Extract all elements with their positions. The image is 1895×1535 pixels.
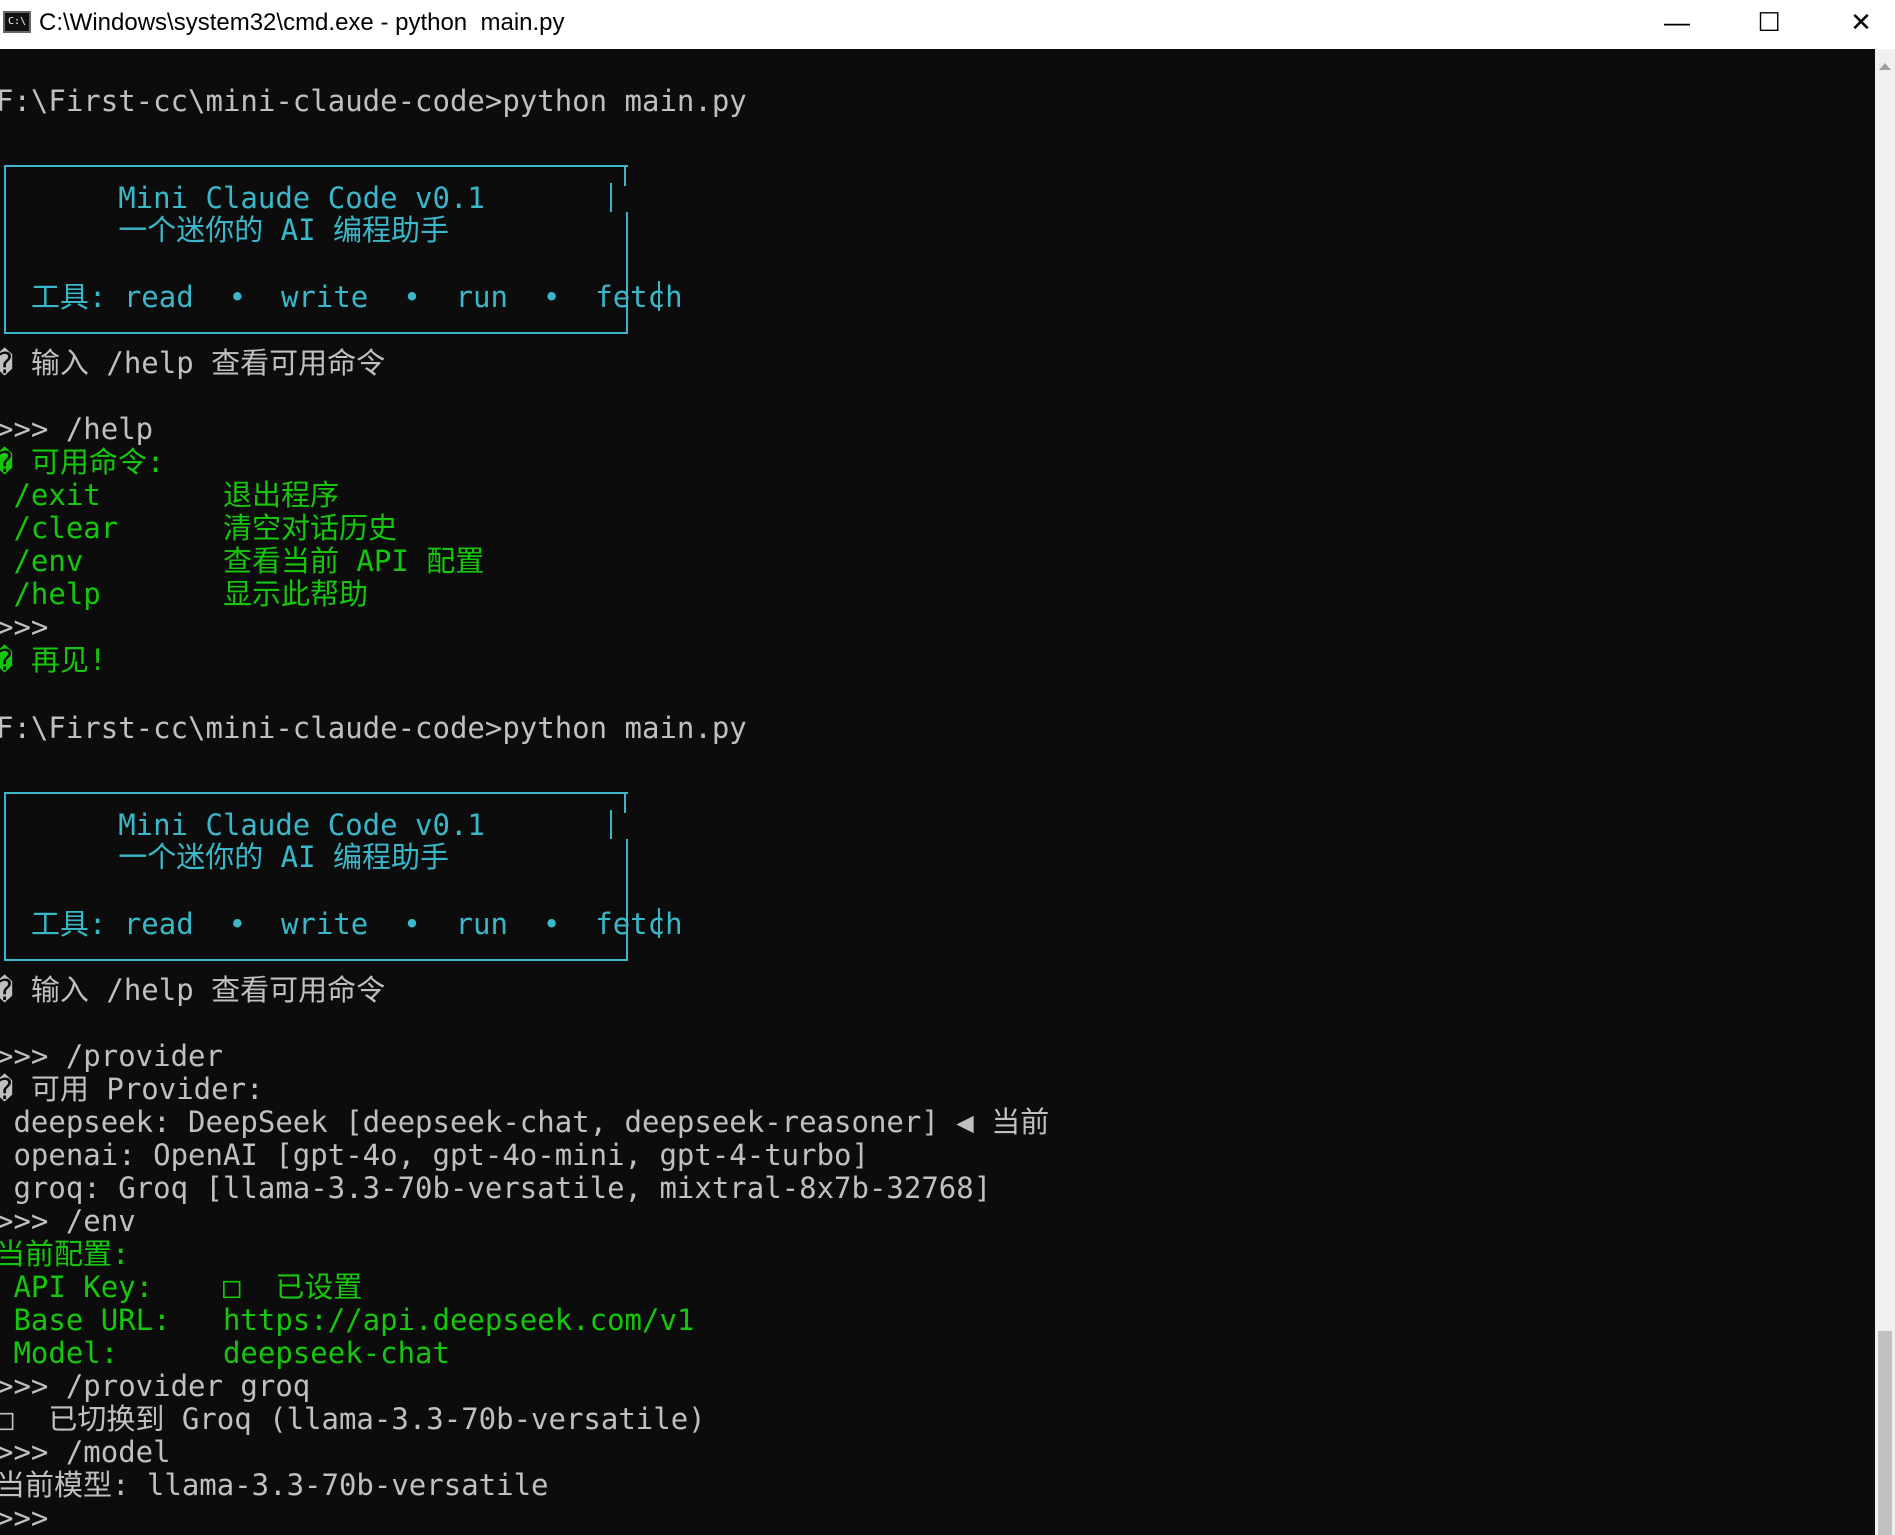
command-line: >>> /help [0, 412, 154, 446]
config-item: Model: deepseek-chat [0, 1336, 450, 1370]
prompt-line: F:\First-cc\mini-claude-code>python main… [0, 84, 747, 118]
banner-box-border [610, 810, 612, 839]
maximize-button[interactable]: ☐ [1723, 0, 1815, 45]
help-item: /exit 退出程序 [0, 478, 339, 512]
banner-tools: 工具: read • write • run • fetch [0, 907, 683, 941]
provider-item: deepseek: DeepSeek [deepseek-chat, deeps… [0, 1105, 1050, 1139]
banner-title: Mini Claude Code v0.1 [0, 808, 485, 842]
banner-subtitle: 一个迷你的 AI 编程助手 [0, 840, 450, 874]
command-line: >>> /provider [0, 1039, 223, 1073]
provider-item: groq: Groq [llama-3.3-70b-versatile, mix… [0, 1171, 992, 1205]
window-title: C:\Windows\system32\cmd.exe - python mai… [39, 9, 565, 36]
config-item: API Key: □ 已设置 [0, 1270, 363, 1304]
banner-box-border [624, 165, 626, 186]
provider-item: openai: OpenAI [gpt-4o, gpt-4o-mini, gpt… [0, 1138, 869, 1172]
banner-box-border [626, 212, 628, 332]
terminal-output[interactable]: F:\First-cc\mini-claude-code>python main… [0, 49, 1875, 1535]
vertical-scrollbar[interactable] [1875, 49, 1895, 1535]
help-item: /clear 清空对话历史 [0, 511, 397, 545]
status-message: 当前模型: llama-3.3-70b-versatile [0, 1468, 549, 1502]
banner-title: Mini Claude Code v0.1 [0, 181, 485, 215]
close-button[interactable]: ✕ [1815, 0, 1895, 45]
help-item: /env 查看当前 API 配置 [0, 544, 485, 578]
minimize-button[interactable]: — [1631, 0, 1723, 45]
banner-subtitle: 一个迷你的 AI 编程助手 [0, 213, 450, 247]
command-line: >>> [0, 610, 49, 644]
config-item: Base URL: https://api.deepseek.com/v1 [0, 1303, 695, 1337]
goodbye-message: � 再见! [0, 643, 107, 677]
config-heading: 当前配置: [0, 1237, 130, 1271]
help-item: /help 显示此帮助 [0, 577, 368, 611]
help-heading: � 可用命令: [0, 445, 165, 479]
banner-box-border [624, 792, 626, 813]
status-message: □ 已切换到 Groq (llama-3.3-70b-versatile) [0, 1402, 706, 1436]
input-prompt[interactable]: >>> [0, 1502, 48, 1535]
help-hint: � 输入 /help 查看可用命令 [0, 346, 386, 380]
command-line: >>> /provider groq [0, 1369, 311, 1403]
scroll-up-arrow-icon[interactable] [1879, 63, 1891, 70]
banner-tools: 工具: read • write • run • fetch [0, 280, 683, 314]
command-line: >>> /env [0, 1204, 136, 1238]
command-line: >>> /model [0, 1435, 171, 1469]
prompt-line: F:\First-cc\mini-claude-code>python main… [0, 711, 747, 745]
banner-box-border [610, 183, 612, 212]
cmd-app-icon[interactable]: C:\ [3, 11, 31, 33]
banner-box-border [626, 839, 628, 959]
scrollbar-thumb[interactable] [1878, 1331, 1892, 1535]
help-hint: � 输入 /help 查看可用命令 [0, 973, 386, 1007]
title-bar[interactable]: C:\ C:\Windows\system32\cmd.exe - python… [0, 0, 1895, 49]
provider-heading: � 可用 Provider: [0, 1072, 264, 1106]
